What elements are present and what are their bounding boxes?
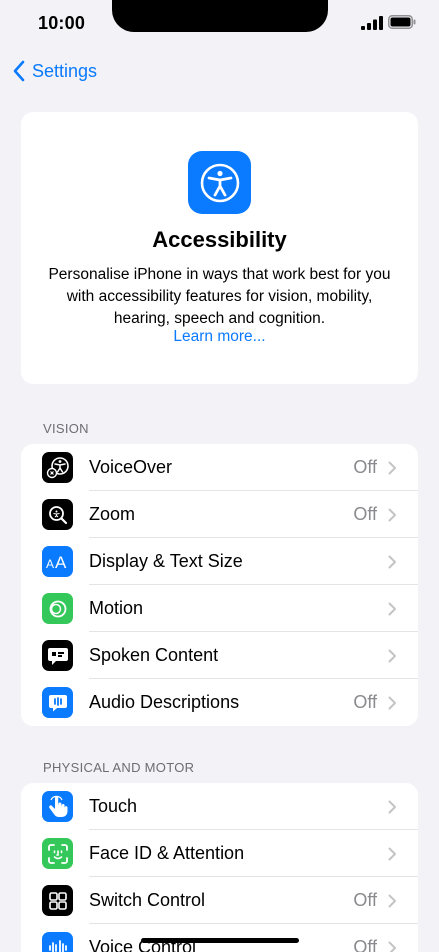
row-value: Off [353,504,377,524]
section-header-vision: VISION [43,421,89,436]
back-label: Settings [32,60,98,81]
physical-motor-group: Touch Face ID & Attention Switch Control… [21,783,418,952]
home-indicator[interactable] [141,938,299,943]
accessibility-icon [188,151,251,214]
hero-description: Personalise iPhone in ways that work bes… [48,266,391,327]
learn-more-link[interactable]: Learn more... [21,328,418,346]
svg-text:A: A [55,553,67,572]
svg-text:A: A [46,557,54,571]
settings-screen: 10:00 Settings Accessibility Personalise… [0,0,439,952]
status-time: 10:00 [38,13,86,33]
row-face-id-attention[interactable]: Face ID & Attention [21,830,418,877]
text-size-icon: A A [42,546,73,577]
zoom-icon [42,499,73,530]
row-audio-descriptions[interactable]: Audio Descriptions Off [21,679,418,726]
row-label: Audio Descriptions [89,692,240,712]
row-value: Off [353,890,377,910]
chevron-right-icon [388,602,396,616]
vision-group: VoiceOver Off Zoom Off A A Display & Tex… [21,444,418,726]
row-voiceover[interactable]: VoiceOver Off [21,444,418,491]
section-header-physical-motor: PHYSICAL AND MOTOR [43,760,195,775]
row-label: Motion [89,598,144,618]
chevron-right-icon [388,941,396,952]
chevron-right-icon [388,894,396,908]
chevron-right-icon [388,800,396,814]
page-title: Accessibility [152,227,287,252]
voiceover-icon [42,452,73,483]
audio-descriptions-icon [42,687,73,718]
row-label: Display & Text Size [89,551,243,571]
motion-icon [42,593,73,624]
status-bar: 10:00 [0,0,439,48]
row-label: VoiceOver [89,457,173,477]
row-label: Face ID & Attention [89,843,245,863]
voice-control-icon [42,932,73,952]
back-button[interactable]: Settings [12,58,97,84]
row-spoken-content[interactable]: Spoken Content [21,632,418,679]
accessibility-hero-card: Accessibility Personalise iPhone in ways… [21,112,418,384]
row-value: Off [353,457,377,477]
row-label: Switch Control [89,890,206,910]
chevron-right-icon [388,847,396,861]
switch-control-icon [42,885,73,916]
chevron-right-icon [388,555,396,569]
row-zoom[interactable]: Zoom Off [21,491,418,538]
row-value: Off [353,937,377,952]
row-label: Touch [89,796,138,816]
touch-icon [42,791,73,822]
face-id-icon [42,838,73,869]
row-touch[interactable]: Touch [21,783,418,830]
spoken-content-icon [42,640,73,671]
row-display-text-size[interactable]: A A Display & Text Size [21,538,418,585]
chevron-right-icon [388,461,396,475]
row-motion[interactable]: Motion [21,585,418,632]
battery-icon [388,15,416,29]
row-value: Off [353,692,377,712]
chevron-right-icon [388,508,396,522]
row-switch-control[interactable]: Switch Control Off [21,877,418,924]
cellular-signal-icon [361,16,383,30]
row-label: Zoom [89,504,136,524]
chevron-right-icon [388,696,396,710]
notch [112,0,328,32]
chevron-right-icon [388,649,396,663]
chevron-left-icon [13,60,25,82]
row-label: Spoken Content [89,645,219,665]
